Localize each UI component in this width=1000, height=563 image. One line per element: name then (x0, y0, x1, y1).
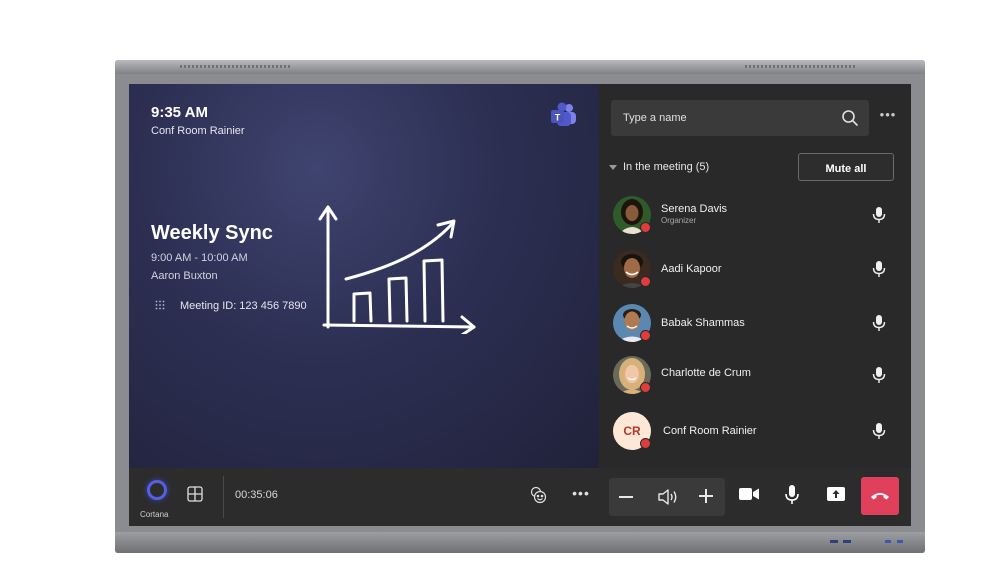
more-options-icon[interactable]: ••• (571, 486, 591, 502)
growth-chart-illustration (318, 205, 476, 334)
meeting-time-range: 9:00 AM - 10:00 AM (151, 252, 248, 264)
avatar-initials: CR (623, 424, 641, 438)
participant-name: Aadi Kapoor (661, 263, 722, 275)
participant-row[interactable]: Serena Davis Organizer (599, 192, 911, 242)
volume-up-button[interactable] (699, 489, 713, 503)
surface-hub-device: 9:35 AM Conf Room Rainier T Weekly Sync … (115, 60, 925, 553)
participant-role: Organizer (661, 216, 697, 225)
speaker-grille-right (745, 65, 855, 68)
participant-row[interactable]: CR Conf Room Rainier (599, 408, 911, 458)
mic-icon[interactable] (871, 260, 887, 278)
participant-search-box[interactable]: Type a name (611, 100, 869, 136)
device-top-bezel (115, 60, 925, 74)
teams-room-screen: 9:35 AM Conf Room Rainier T Weekly Sync … (129, 84, 911, 526)
volume-down-button[interactable] (619, 496, 633, 498)
mute-all-button[interactable]: Mute all (798, 153, 894, 181)
participant-row[interactable]: Charlotte de Crum (599, 352, 911, 402)
search-placeholder: Type a name (623, 112, 687, 124)
in-meeting-header[interactable]: In the meeting (5) (609, 161, 709, 173)
front-port (843, 540, 851, 543)
meeting-control-bar: Cortana 00:35:06 ••• (129, 468, 911, 526)
presence-busy-dot (640, 276, 651, 287)
device-bottom-bezel (115, 532, 925, 553)
participant-name: Conf Room Rainier (663, 425, 757, 437)
presence-busy-dot (640, 382, 651, 393)
mic-icon[interactable] (871, 366, 887, 384)
cortana-icon[interactable] (147, 480, 167, 500)
share-screen-icon[interactable] (827, 487, 845, 501)
volume-icon (658, 489, 677, 505)
avatar (613, 304, 651, 342)
avatar (613, 356, 651, 394)
meeting-id: Meeting ID: 123 456 7890 (180, 300, 307, 312)
hang-up-icon (871, 493, 889, 500)
in-meeting-label: In the meeting (5) (623, 161, 710, 173)
reactions-icon[interactable] (529, 486, 547, 504)
meeting-title: Weekly Sync (151, 222, 273, 244)
camera-icon[interactable] (739, 487, 759, 501)
search-icon[interactable] (841, 109, 859, 127)
presence-busy-dot (640, 330, 651, 341)
mic-icon[interactable] (871, 206, 887, 224)
dialpad-icon (155, 300, 165, 310)
avatar: CR (613, 412, 651, 450)
presence-busy-dot (640, 222, 651, 233)
room-name: Conf Room Rainier (151, 125, 245, 137)
clock-time: 9:35 AM (151, 104, 208, 121)
participant-row[interactable]: Babak Shammas (599, 300, 911, 350)
presence-busy-dot (640, 438, 651, 449)
meeting-info-stage: 9:35 AM Conf Room Rainier T Weekly Sync … (129, 84, 599, 468)
panel-more-icon[interactable]: ••• (877, 107, 899, 123)
control-separator (223, 476, 224, 518)
hang-up-button[interactable] (861, 477, 899, 515)
avatar (613, 250, 651, 288)
front-port (830, 540, 838, 543)
layout-grid-icon[interactable] (187, 486, 203, 502)
participants-panel: Type a name ••• In the meeting (5) Mute … (599, 84, 911, 468)
cortana-label: Cortana (140, 510, 169, 519)
participant-row[interactable]: Aadi Kapoor (599, 246, 911, 296)
front-button (897, 540, 903, 543)
mic-icon[interactable] (871, 314, 887, 332)
mic-icon[interactable] (871, 422, 887, 440)
participant-name: Charlotte de Crum (661, 367, 751, 379)
svg-text:T: T (555, 113, 561, 123)
avatar (613, 196, 651, 234)
volume-control (609, 478, 725, 516)
teams-logo-icon: T (551, 102, 576, 126)
participant-name: Serena Davis (661, 203, 728, 215)
participant-name: Babak Shammas (661, 317, 745, 329)
microphone-toggle-icon[interactable] (785, 485, 799, 505)
meeting-organizer: Aaron Buxton (151, 270, 218, 282)
front-button (885, 540, 891, 543)
speaker-grille-left (180, 65, 290, 68)
call-elapsed-time: 00:35:06 (235, 489, 278, 501)
collapse-caret-icon (609, 164, 617, 170)
